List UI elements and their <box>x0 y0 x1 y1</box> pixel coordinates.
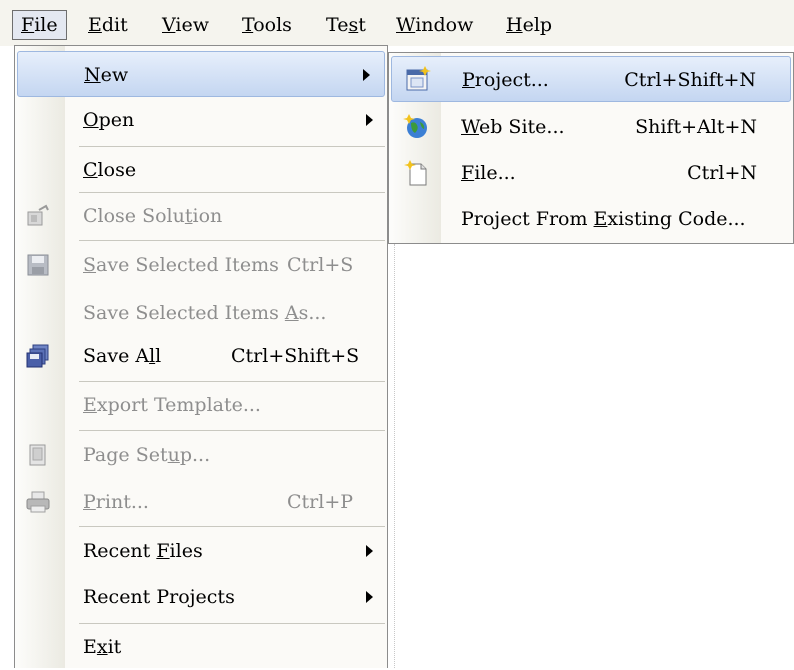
menu-separator <box>79 240 385 241</box>
new-submenu: Project... Ctrl+Shift+N Web Site... Shif… <box>388 52 794 244</box>
menu-view[interactable]: View <box>154 10 217 40</box>
new-file-icon <box>404 160 427 186</box>
menu-edit[interactable]: Edit <box>80 10 136 40</box>
save-icon <box>27 254 49 276</box>
submenu-arrow-icon <box>366 114 373 126</box>
menu-item-page-setup[interactable]: Page Setup... <box>65 432 387 478</box>
menu-item-save-selected-items[interactable]: Save Selected Items Ctrl+S <box>65 242 387 288</box>
submenu-item-web-site[interactable]: Web Site... Shift+Alt+N <box>391 104 791 150</box>
menu-item-print[interactable]: Print... Ctrl+P <box>65 479 387 525</box>
print-icon <box>26 491 50 513</box>
menu-item-new[interactable]: New <box>17 51 385 97</box>
new-project-icon <box>406 66 431 91</box>
menu-test[interactable]: Test <box>318 10 374 40</box>
submenu-arrow-icon <box>366 591 373 603</box>
shortcut-text: Ctrl+P <box>287 491 354 513</box>
menu-item-close-solution[interactable]: Close Solution <box>65 193 387 239</box>
menu-separator <box>79 430 385 431</box>
menu-bar: File Edit View Tools Test Window Help <box>0 0 794 46</box>
menu-item-exit[interactable]: Exit <box>65 624 387 670</box>
menu-item-open[interactable]: Open <box>65 97 387 143</box>
editor-background <box>394 244 794 668</box>
shortcut-text: Ctrl+S <box>287 254 354 276</box>
menu-separator <box>79 526 385 527</box>
menu-item-recent-files[interactable]: Recent Files <box>65 528 387 574</box>
submenu-item-project[interactable]: Project... Ctrl+Shift+N <box>391 56 791 102</box>
web-site-icon <box>403 114 427 138</box>
menu-item-close[interactable]: Close <box>65 147 387 193</box>
submenu-item-project-from-existing-code[interactable]: Project From Existing Code... <box>391 196 791 242</box>
submenu-arrow-icon <box>363 69 370 81</box>
close-solution-icon <box>27 204 49 226</box>
page-setup-icon <box>29 444 46 466</box>
menu-file[interactable]: File <box>12 10 67 40</box>
menu-item-recent-projects[interactable]: Recent Projects <box>65 574 387 620</box>
save-all-icon <box>26 344 49 368</box>
submenu-item-file[interactable]: File... Ctrl+N <box>391 150 791 196</box>
menu-help[interactable]: Help <box>498 10 560 40</box>
menu-item-save-all[interactable]: Save All Ctrl+Shift+S <box>65 333 387 379</box>
shortcut-text: Shift+Alt+N <box>635 116 757 138</box>
menu-window[interactable]: Window <box>388 10 481 40</box>
shortcut-text: Ctrl+Shift+N <box>624 69 756 91</box>
shortcut-text: Ctrl+N <box>687 162 757 184</box>
menu-item-export-template[interactable]: Export Template... <box>65 382 387 428</box>
submenu-arrow-icon <box>366 545 373 557</box>
menu-item-save-selected-items-as[interactable]: Save Selected Items As... <box>65 290 387 336</box>
menu-tools[interactable]: Tools <box>234 10 300 40</box>
file-menu: New Open Close Close Solution Save Selec… <box>14 45 388 668</box>
shortcut-text: Ctrl+Shift+S <box>231 345 360 367</box>
